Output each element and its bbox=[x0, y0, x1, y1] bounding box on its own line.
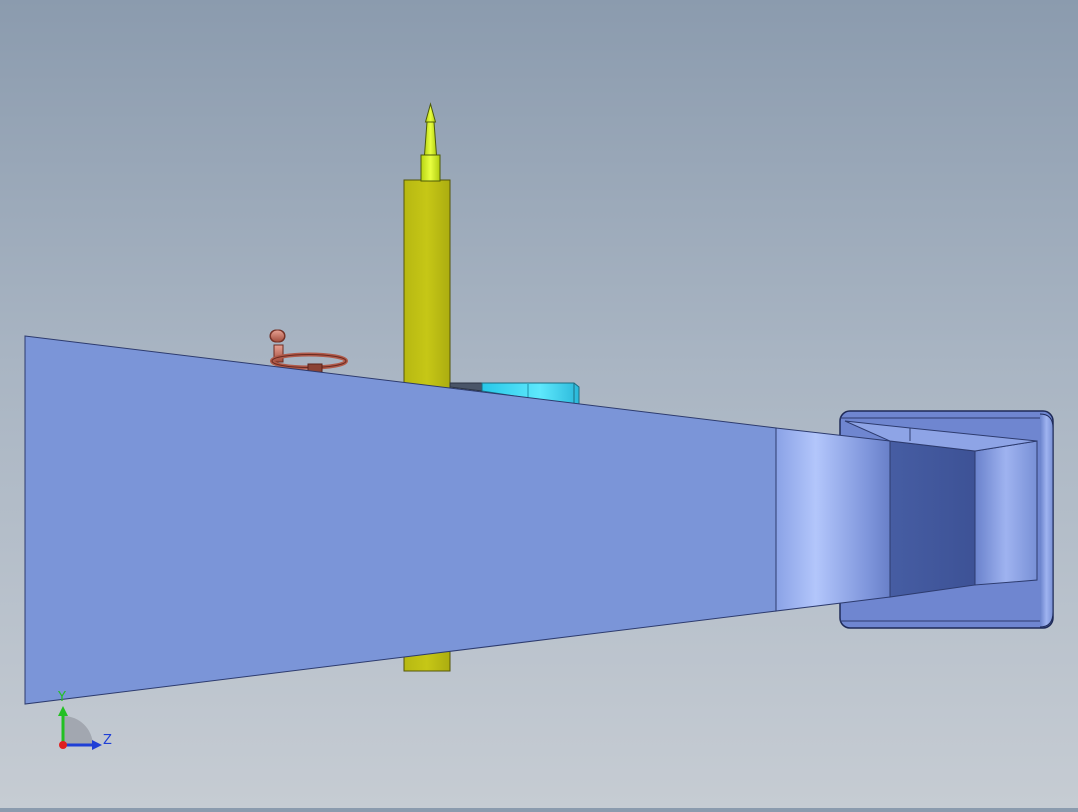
axis-triad: Y Z bbox=[57, 690, 112, 750]
z-axis-label: Z bbox=[103, 733, 112, 748]
y-arrowhead-icon bbox=[58, 706, 68, 716]
y-axis-label: Y bbox=[57, 690, 66, 705]
cad-viewport[interactable]: Y Z bbox=[0, 0, 1078, 808]
handwheel[interactable] bbox=[269, 329, 348, 373]
funnel-interior bbox=[775, 420, 1038, 612]
top-pin[interactable] bbox=[420, 102, 441, 182]
tapered-body[interactable] bbox=[24, 335, 777, 705]
z-arrowhead-icon bbox=[92, 740, 102, 750]
origin-dot-icon bbox=[59, 741, 67, 749]
triad-quadrant bbox=[63, 716, 93, 745]
model-view[interactable]: Y Z bbox=[0, 0, 1078, 808]
